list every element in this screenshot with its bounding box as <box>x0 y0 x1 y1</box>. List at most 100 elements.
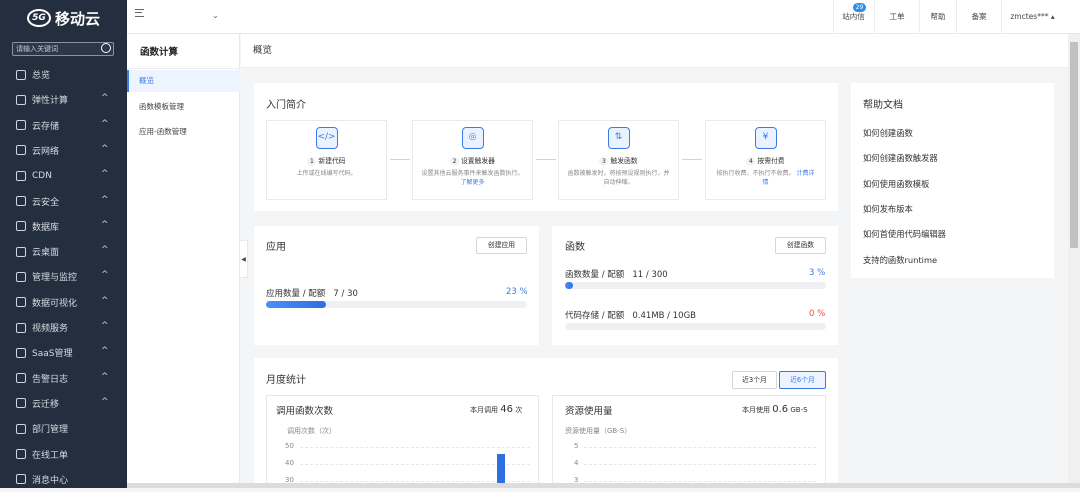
sub-item-template-manage[interactable]: 函数模板管理 <box>127 96 240 118</box>
page-title: 概览 <box>241 34 1068 68</box>
help-link[interactable]: 如何创建函数触发器 <box>863 152 938 164</box>
chevron-up-icon[interactable]: ^ <box>101 372 109 382</box>
chevron-up-icon[interactable]: ^ <box>101 93 109 103</box>
nav-item[interactable]: CDN ^ <box>0 163 127 188</box>
nav-item[interactable]: 数据可视化 ^ <box>0 290 127 315</box>
horizontal-scrollbar[interactable] <box>127 483 1080 488</box>
nav-item[interactable]: 云存储 ^ <box>0 113 127 138</box>
nav-item-icon <box>16 474 26 485</box>
top-link-help[interactable]: 帮助 <box>919 0 956 34</box>
user-menu[interactable]: zmctes*** ▴ <box>1001 0 1063 34</box>
nav-item-icon <box>16 120 26 131</box>
nav-item[interactable]: SaaS管理 ^ <box>0 340 127 365</box>
chevron-up-icon[interactable]: ^ <box>101 195 109 205</box>
invocations-summary: 本月调用 46 次 <box>470 404 522 415</box>
nav-item[interactable]: 消息中心 <box>0 467 127 492</box>
chevron-up-icon[interactable]: ^ <box>101 270 109 280</box>
gridline <box>300 464 530 465</box>
range-3-months-button[interactable]: 近3个月 <box>732 371 777 389</box>
nav-item-icon <box>16 271 26 282</box>
monthly-title: 月度统计 <box>266 375 306 386</box>
function-count-value: 11 / 300 <box>632 270 668 280</box>
help-link[interactable]: 如何创建函数 <box>863 127 913 139</box>
nav-item[interactable]: 云安全 ^ <box>0 189 127 214</box>
function-count-percent: 3 % <box>809 268 826 278</box>
collapse-toggle[interactable]: ◀ <box>240 240 248 278</box>
nav-item-label: 弹性计算 <box>32 96 69 107</box>
nav-item[interactable]: 弹性计算 ^ <box>0 87 127 112</box>
nav-item[interactable]: 云桌面 ^ <box>0 239 127 264</box>
chevron-up-icon[interactable]: ^ <box>101 119 109 129</box>
gridline <box>300 481 530 482</box>
help-link[interactable]: 如何发布版本 <box>863 203 913 215</box>
nav-item-label: 云桌面 <box>32 248 60 259</box>
function-title: 函数 <box>565 242 585 253</box>
logo-mark: 5G <box>26 9 51 27</box>
resources-summary: 本月使用 0.6 GB-S <box>742 404 808 415</box>
nav-item[interactable]: 数据库 ^ <box>0 214 127 239</box>
nav-item[interactable]: 在线工单 <box>0 442 127 467</box>
scrollbar-thumb[interactable] <box>1070 42 1078 248</box>
step-title: 4 按需付费 <box>706 155 825 166</box>
gridline <box>584 464 816 465</box>
nav-item[interactable]: 总览 <box>0 62 127 87</box>
gridline <box>300 447 530 448</box>
function-count-fill <box>565 282 573 289</box>
create-app-button[interactable]: 创建应用 <box>476 237 527 254</box>
step-desc: 设置其他云服务事件来触发函数执行。 了解更多 <box>413 169 532 187</box>
chevron-up-icon[interactable]: ^ <box>101 321 109 331</box>
chevron-up-icon[interactable]: ^ <box>101 220 109 230</box>
nav-item[interactable]: 云迁移 ^ <box>0 391 127 416</box>
step-number: 3 <box>599 157 609 166</box>
search-icon[interactable] <box>101 43 111 53</box>
brand-name: 移动云 <box>54 9 100 28</box>
intro-step: ¥4 按需付费 按执行收费，不执行不收费。 计费详情 <box>705 120 826 200</box>
menu-icon[interactable] <box>135 9 144 17</box>
chevron-up-icon[interactable]: ^ <box>101 245 109 255</box>
invocations-ytick: 50 <box>285 442 294 450</box>
chevron-up-icon[interactable]: ^ <box>101 346 109 356</box>
step-connector <box>390 159 410 160</box>
step-icon: </> <box>315 127 338 149</box>
chevron-up-icon[interactable]: ^ <box>101 169 109 179</box>
brand-logo[interactable]: 5G 移动云 <box>0 0 127 36</box>
nav-item-icon <box>16 94 26 105</box>
chevron-up-icon[interactable]: ^ <box>101 144 109 154</box>
nav-item[interactable]: 视频服务 ^ <box>0 315 127 340</box>
search-input[interactable]: 请输入关键词 <box>12 42 114 56</box>
step-title: 3 触发函数 <box>559 155 678 166</box>
nav-item[interactable]: 部门管理 <box>0 416 127 441</box>
step-title: 2 设置触发器 <box>413 155 532 166</box>
chevron-up-icon[interactable]: ^ <box>101 296 109 306</box>
sub-item-app-function-manage[interactable]: 应用-函数管理 <box>127 121 240 143</box>
help-link[interactable]: 支持的函数runtime <box>863 254 937 266</box>
chevron-up-icon[interactable]: ^ <box>101 397 109 407</box>
range-6-months-button[interactable]: 近6个月 <box>779 371 826 389</box>
function-count-label: 函数数量 / 配额 11 / 300 <box>565 268 668 280</box>
top-link-filing[interactable]: 备案 <box>956 0 1001 34</box>
nav-item-icon <box>16 297 26 308</box>
step-icon: ⇅ <box>607 127 630 149</box>
nav-item-icon <box>16 145 26 156</box>
app-title: 应用 <box>266 242 286 253</box>
step-title-text: 按需付费 <box>757 157 785 165</box>
create-function-button[interactable]: 创建函数 <box>775 237 826 254</box>
invocations-axis-label: 调用次数（次） <box>287 427 336 435</box>
step-link[interactable]: 了解更多 <box>460 179 484 186</box>
invocations-summary-prefix: 本月调用 <box>470 406 498 414</box>
nav-item-icon <box>16 196 26 206</box>
chevron-down-icon[interactable]: ⌄ <box>212 11 219 20</box>
nav-item-icon <box>16 423 26 434</box>
nav-item[interactable]: 云网络 ^ <box>0 138 127 163</box>
nav-item-label: 云存储 <box>32 121 60 132</box>
help-link[interactable]: 如何使用函数模板 <box>863 178 929 190</box>
nav-item[interactable]: 管理与监控 ^ <box>0 264 127 289</box>
help-link[interactable]: 如何首使用代码编辑器 <box>863 228 946 240</box>
storage-percent: 0 % <box>809 309 826 319</box>
nav-item-icon <box>16 347 26 358</box>
sub-item-overview[interactable]: 概览 <box>127 70 240 92</box>
top-link-tickets[interactable]: 工单 <box>874 0 919 34</box>
nav-item[interactable]: 告警日志 ^ <box>0 366 127 391</box>
step-desc-text: 上传或在线编写代码。 <box>296 170 357 177</box>
nav-item-icon <box>16 69 26 80</box>
